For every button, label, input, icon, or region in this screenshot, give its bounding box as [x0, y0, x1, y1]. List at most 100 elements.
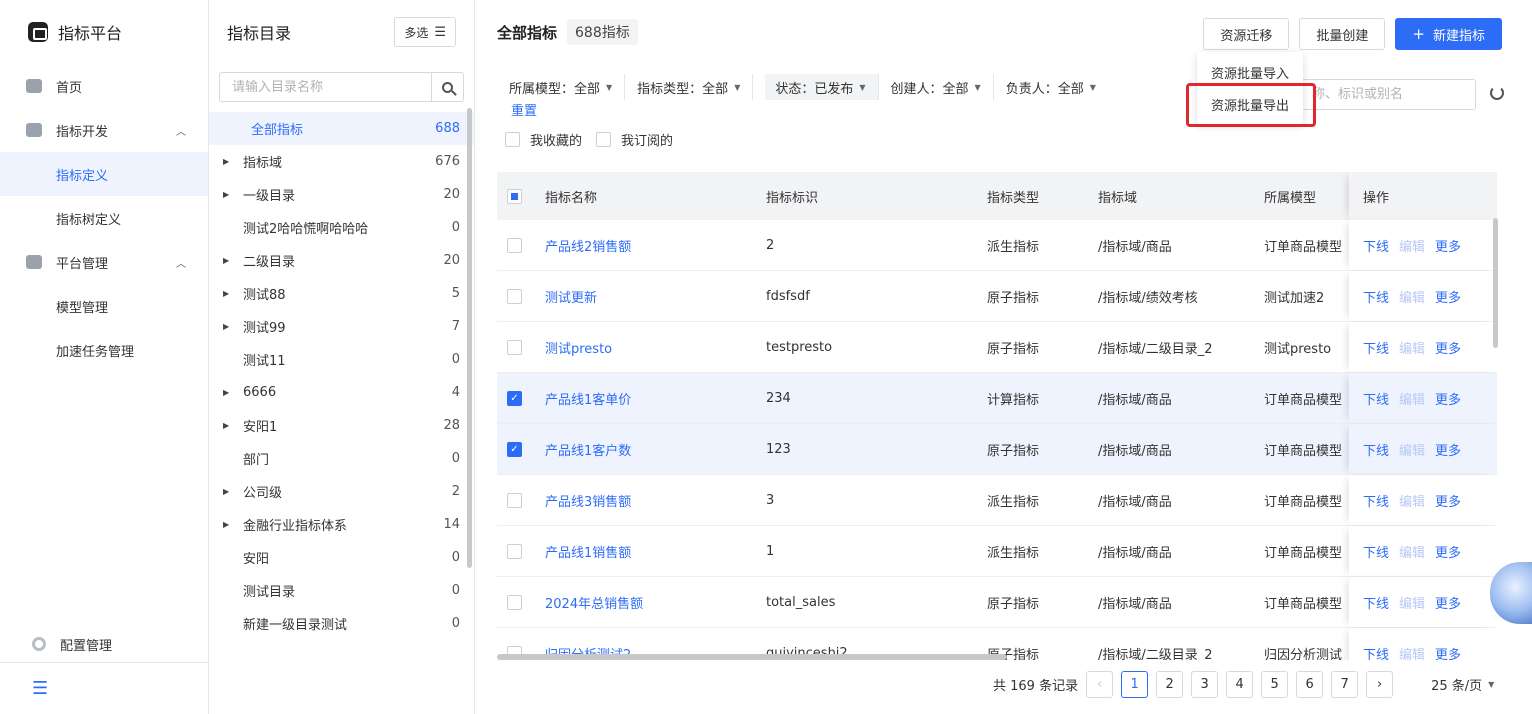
row-checkbox[interactable]: ✓ [507, 390, 522, 406]
caret-right-icon[interactable]: ▶ [223, 289, 237, 298]
nav-metric-definition[interactable]: 指标定义 [0, 152, 208, 196]
tree-item[interactable]: 新建一级目录测试 0 [209, 607, 474, 640]
caret-right-icon[interactable]: ▶ [223, 388, 237, 397]
edit-link[interactable]: 编辑 [1399, 542, 1425, 561]
tree-item[interactable]: 测试2哈哈慌啊哈哈哈 0 [209, 211, 474, 244]
nav-model-management[interactable]: 模型管理 [0, 284, 208, 328]
caret-right-icon[interactable]: ▶ [223, 157, 237, 166]
offline-link[interactable]: 下线 [1363, 542, 1389, 561]
collapse-sidebar-button[interactable]: ☰ [0, 662, 208, 714]
more-link[interactable]: 更多 [1435, 644, 1461, 661]
tree-item[interactable]: 测试11 0 [209, 343, 474, 376]
edit-link[interactable]: 编辑 [1399, 491, 1425, 510]
page-size-select[interactable]: 25 条/页 ▼ [1431, 675, 1494, 694]
row-checkbox[interactable] [507, 339, 522, 355]
filter-creator[interactable]: 创建人：全部 ▼ [891, 74, 994, 100]
new-metric-button[interactable]: + 新建指标 [1395, 18, 1502, 50]
metric-name-link[interactable]: 产品线1客户数 [545, 444, 631, 459]
next-page-button[interactable]: › [1366, 671, 1394, 698]
filter-owner[interactable]: 负责人：全部 ▼ [1006, 74, 1108, 100]
brand[interactable]: 指标平台 [0, 0, 208, 64]
favorites-checkbox[interactable]: 我收藏的 [505, 130, 582, 149]
row-checkbox[interactable] [507, 543, 522, 559]
chevron-up-icon[interactable]: ︿ [176, 123, 186, 138]
tree-item[interactable]: ▶ 测试88 5 [209, 277, 474, 310]
metric-name-link[interactable]: 测试presto [545, 342, 612, 357]
filter-status[interactable]: 状态：已发布 ▼ [765, 74, 879, 100]
table-row[interactable]: 产品线2销售额 2 派生指标/指标域/商品 订单商品模型 下线 编辑 更多 [497, 220, 1497, 271]
tree-item[interactable]: 测试目录 0 [209, 574, 474, 607]
edit-link[interactable]: 编辑 [1399, 644, 1425, 661]
page-number-button[interactable]: 7 [1331, 671, 1359, 698]
tree-item[interactable]: ▶ 二级目录 20 [209, 244, 474, 277]
edit-link[interactable]: 编辑 [1399, 338, 1425, 357]
checkbox[interactable] [596, 132, 612, 147]
offline-link[interactable]: 下线 [1363, 287, 1389, 306]
refresh-icon[interactable] [1490, 86, 1504, 100]
page-number-button[interactable]: 5 [1261, 671, 1289, 698]
table-row[interactable]: 产品线1销售额 1 派生指标/指标域/商品 订单商品模型 下线 编辑 更多 [497, 526, 1497, 577]
chevron-up-icon[interactable]: ︿ [176, 255, 186, 270]
caret-right-icon[interactable]: ▶ [223, 421, 237, 430]
more-link[interactable]: 更多 [1435, 440, 1461, 459]
filter-model[interactable]: 所属模型：全部 ▼ [509, 74, 626, 100]
resource-migrate-button[interactable]: 资源迁移 [1203, 18, 1290, 50]
page-number-button[interactable]: 4 [1226, 671, 1254, 698]
table-row[interactable]: 测试更新 fdsfsdf 原子指标/指标域/绩效考核 测试加速2 下线 编辑 更多 [497, 271, 1497, 322]
tree-item[interactable]: ▶ 安阳1 28 [209, 409, 474, 442]
page-number-button[interactable]: 2 [1156, 671, 1184, 698]
nav-metric-dev[interactable]: 指标开发 ︿ [0, 108, 208, 152]
row-checkbox[interactable]: ✓ [507, 441, 522, 457]
table-row[interactable]: ✓ 产品线1客户数 123 原子指标/指标域/商品 订单商品模型 下线 编辑 更多 [497, 424, 1497, 475]
directory-search-button[interactable] [431, 73, 463, 101]
checkbox[interactable] [505, 132, 520, 147]
table-row[interactable]: 产品线3销售额 3 派生指标/指标域/商品 订单商品模型 下线 编辑 更多 [497, 475, 1497, 526]
tree-item[interactable]: ▶ 测试99 7 [209, 310, 474, 343]
page-number-button[interactable]: 3 [1191, 671, 1219, 698]
offline-link[interactable]: 下线 [1363, 491, 1389, 510]
filter-type[interactable]: 指标类型：全部 ▼ [637, 74, 754, 100]
offline-link[interactable]: 下线 [1363, 236, 1389, 255]
tree-item[interactable]: 安阳 0 [209, 541, 474, 574]
more-link[interactable]: 更多 [1435, 287, 1461, 306]
prev-page-button[interactable]: ‹ [1086, 671, 1114, 698]
tree-item[interactable]: ▶ 公司级 2 [209, 475, 474, 508]
edit-link[interactable]: 编辑 [1399, 389, 1425, 408]
subscribed-checkbox[interactable]: 我订阅的 [596, 130, 673, 149]
caret-right-icon[interactable]: ▶ [223, 520, 237, 529]
edit-link[interactable]: 编辑 [1399, 593, 1425, 612]
offline-link[interactable]: 下线 [1363, 440, 1389, 459]
more-link[interactable]: 更多 [1435, 236, 1461, 255]
more-link[interactable]: 更多 [1435, 338, 1461, 357]
caret-right-icon[interactable]: ▶ [223, 322, 237, 331]
metric-name-link[interactable]: 产品线1客单价 [545, 393, 631, 408]
metric-name-link[interactable]: 产品线2销售额 [545, 240, 631, 255]
metric-name-link[interactable]: 产品线3销售额 [545, 495, 631, 510]
metric-search-input[interactable] [1312, 87, 1462, 102]
metric-name-link[interactable]: 测试更新 [545, 291, 597, 306]
page-number-button[interactable]: 6 [1296, 671, 1324, 698]
table-row[interactable]: ✓ 产品线1客单价 234 计算指标/指标域/商品 订单商品模型 下线 编辑 更多 [497, 373, 1497, 424]
tree-item[interactable]: ▶ 6666 4 [209, 376, 474, 409]
nav-platform[interactable]: 平台管理 ︿ [0, 240, 208, 284]
multi-select-button[interactable]: 多选 ☰ [394, 17, 456, 47]
select-all-checkbox[interactable] [507, 188, 522, 204]
row-checkbox[interactable] [507, 492, 522, 508]
metric-name-link[interactable]: 2024年总销售额 [545, 597, 643, 612]
offline-link[interactable]: 下线 [1363, 338, 1389, 357]
nav-acceleration-tasks[interactable]: 加速任务管理 [0, 328, 208, 372]
offline-link[interactable]: 下线 [1363, 389, 1389, 408]
table-row[interactable]: 2024年总销售额 total_sales 原子指标/指标域/商品 订单商品模型 下线编… [497, 577, 1497, 628]
nav-home[interactable]: 首页 [0, 64, 208, 108]
tree-item[interactable]: ▶ 一级目录 20 [209, 178, 474, 211]
nav-metric-tree[interactable]: 指标树定义 [0, 196, 208, 240]
row-checkbox[interactable] [507, 594, 522, 610]
reset-filters-link[interactable]: 重置 [511, 100, 537, 119]
more-link[interactable]: 更多 [1435, 542, 1461, 561]
directory-search-input[interactable] [220, 79, 431, 95]
more-link[interactable]: 更多 [1435, 593, 1461, 612]
directory-scrollbar[interactable] [467, 108, 472, 568]
tree-item[interactable]: ▶ 指标域 676 [209, 145, 474, 178]
batch-create-button[interactable]: 批量创建 [1299, 18, 1386, 50]
caret-right-icon[interactable]: ▶ [223, 256, 237, 265]
